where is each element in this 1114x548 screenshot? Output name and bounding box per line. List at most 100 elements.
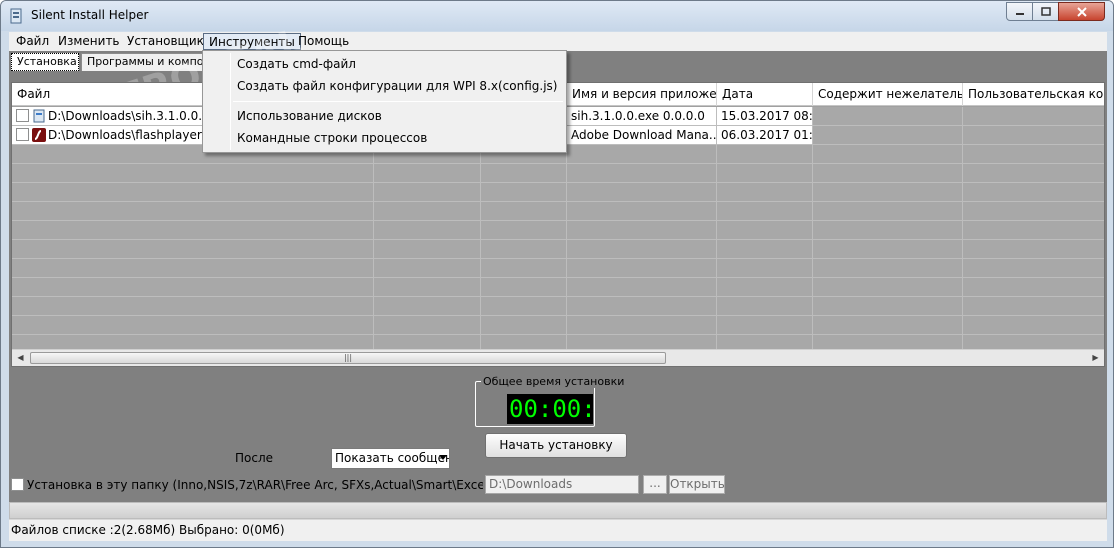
tools-menu-dropdown: Создать cmd-файл Создать файл конфигурац… (202, 50, 567, 153)
empty-row (12, 316, 1104, 335)
menu-gutter (230, 53, 231, 150)
cell-empty (12, 164, 374, 183)
column-date[interactable]: Дата (717, 83, 813, 106)
empty-row (12, 278, 1104, 297)
cell-empty (963, 297, 1104, 316)
menu-item-disk-usage[interactable]: Использование дисков (237, 106, 382, 126)
minimize-button[interactable] (1006, 2, 1033, 21)
status-bar: Файлов списке :2(2.68Мб) Выбрано: 0(0Мб) (9, 519, 1107, 541)
row-checkbox[interactable] (16, 128, 29, 141)
cell-empty (12, 202, 374, 221)
cell-empty (12, 259, 374, 278)
cell-empty (813, 221, 963, 240)
cell-empty (567, 221, 717, 240)
menu-edit[interactable]: Изменить (53, 33, 125, 50)
empty-row (12, 164, 1104, 183)
close-icon (1076, 6, 1087, 17)
cell-empty (481, 221, 567, 240)
cell-empty (963, 164, 1104, 183)
cell-empty (481, 297, 567, 316)
cell-empty (717, 183, 813, 202)
empty-row (12, 297, 1104, 316)
empty-row (12, 259, 1104, 278)
cell-empty (374, 164, 481, 183)
after-select[interactable]: Показать сообщен (331, 448, 450, 469)
cell-empty (717, 145, 813, 164)
cell-empty (813, 278, 963, 297)
cell-empty (481, 183, 567, 202)
cell-empty (374, 259, 481, 278)
cell-empty (481, 278, 567, 297)
after-label: После (235, 451, 274, 465)
column-app-name[interactable]: Имя и версия приложе... (567, 83, 717, 106)
cell-empty (567, 278, 717, 297)
cell-empty (567, 259, 717, 278)
maximize-icon (1040, 7, 1051, 16)
cell-empty (567, 202, 717, 221)
progress-bar (9, 502, 1107, 519)
tab-install[interactable]: Установка (11, 53, 79, 71)
cell-empty (12, 240, 374, 259)
menu-file[interactable]: Файл (11, 33, 54, 50)
cell-empty (813, 316, 963, 335)
column-unwanted[interactable]: Содержит нежелатель... (813, 83, 963, 106)
menu-item-create-cmd[interactable]: Создать cmd-файл (237, 54, 356, 74)
cell-empty (963, 240, 1104, 259)
menu-item-create-wpi-config[interactable]: Создать файл конфигурации для WPI 8.x(co… (237, 76, 557, 96)
close-button[interactable] (1058, 2, 1105, 21)
cell-date: 06.03.2017 01:... (717, 126, 813, 145)
cell-empty (963, 126, 1104, 145)
cell-empty (813, 145, 963, 164)
cell-empty (813, 297, 963, 316)
menu-item-process-cmdlines[interactable]: Командные строки процессов (237, 128, 427, 148)
cell-empty (963, 107, 1104, 126)
folder-path-input[interactable]: D:\Downloads (485, 475, 639, 494)
cell-empty (963, 316, 1104, 335)
start-install-button[interactable]: Начать установку (485, 433, 627, 458)
empty-row (12, 240, 1104, 259)
cell-empty (374, 202, 481, 221)
folder-check-label: Установка в эту папку (Inno,NSIS,7z\RAR\… (27, 478, 483, 492)
cell-empty (374, 316, 481, 335)
folder-checkbox[interactable] (11, 478, 24, 491)
after-select-value: Показать сообщен (335, 451, 450, 465)
horizontal-scrollbar[interactable]: ◀ ||| ▶ (12, 349, 1104, 366)
scroll-thumb[interactable]: ||| (30, 352, 666, 364)
timer-display: 00:00:0 (507, 394, 593, 424)
cell-empty (963, 278, 1104, 297)
maximize-button[interactable] (1032, 2, 1059, 21)
cell-empty (813, 183, 963, 202)
chevron-down-icon (439, 455, 447, 460)
scroll-right-icon[interactable]: ▶ (1087, 350, 1104, 366)
cell-empty (12, 316, 374, 335)
cell-empty (717, 221, 813, 240)
file-path: D:\Downloads\sih.3.1.0.0.exe (48, 109, 224, 123)
cell-empty (963, 202, 1104, 221)
column-custom[interactable]: Пользовательская ко... (963, 83, 1104, 106)
cell-empty (481, 164, 567, 183)
cell-empty (717, 278, 813, 297)
cell-empty (963, 259, 1104, 278)
cell-empty (963, 221, 1104, 240)
cell-empty (481, 202, 567, 221)
cell-empty (567, 297, 717, 316)
menu-installer[interactable]: Установщик (122, 33, 209, 50)
cell-empty (481, 259, 567, 278)
open-button[interactable]: Открыть (669, 475, 725, 494)
cell-empty (12, 221, 374, 240)
scroll-left-icon[interactable]: ◀ (12, 350, 29, 366)
cell-empty (567, 183, 717, 202)
browse-button[interactable]: ... (643, 475, 667, 494)
cell-empty (567, 145, 717, 164)
installer-icon (33, 109, 45, 123)
cell-empty (717, 297, 813, 316)
cell-empty (813, 107, 963, 126)
cell-app-name: sih.3.1.0.0.exe 0.0.0.0 (567, 107, 717, 126)
cell-empty (813, 202, 963, 221)
install-panel: Общее время установки 00:00:0 Начать уст… (11, 369, 1105, 519)
app-icon (10, 8, 22, 24)
cell-empty (374, 221, 481, 240)
row-checkbox[interactable] (16, 109, 29, 122)
empty-row (12, 183, 1104, 202)
timer-label: Общее время установки (481, 375, 627, 388)
